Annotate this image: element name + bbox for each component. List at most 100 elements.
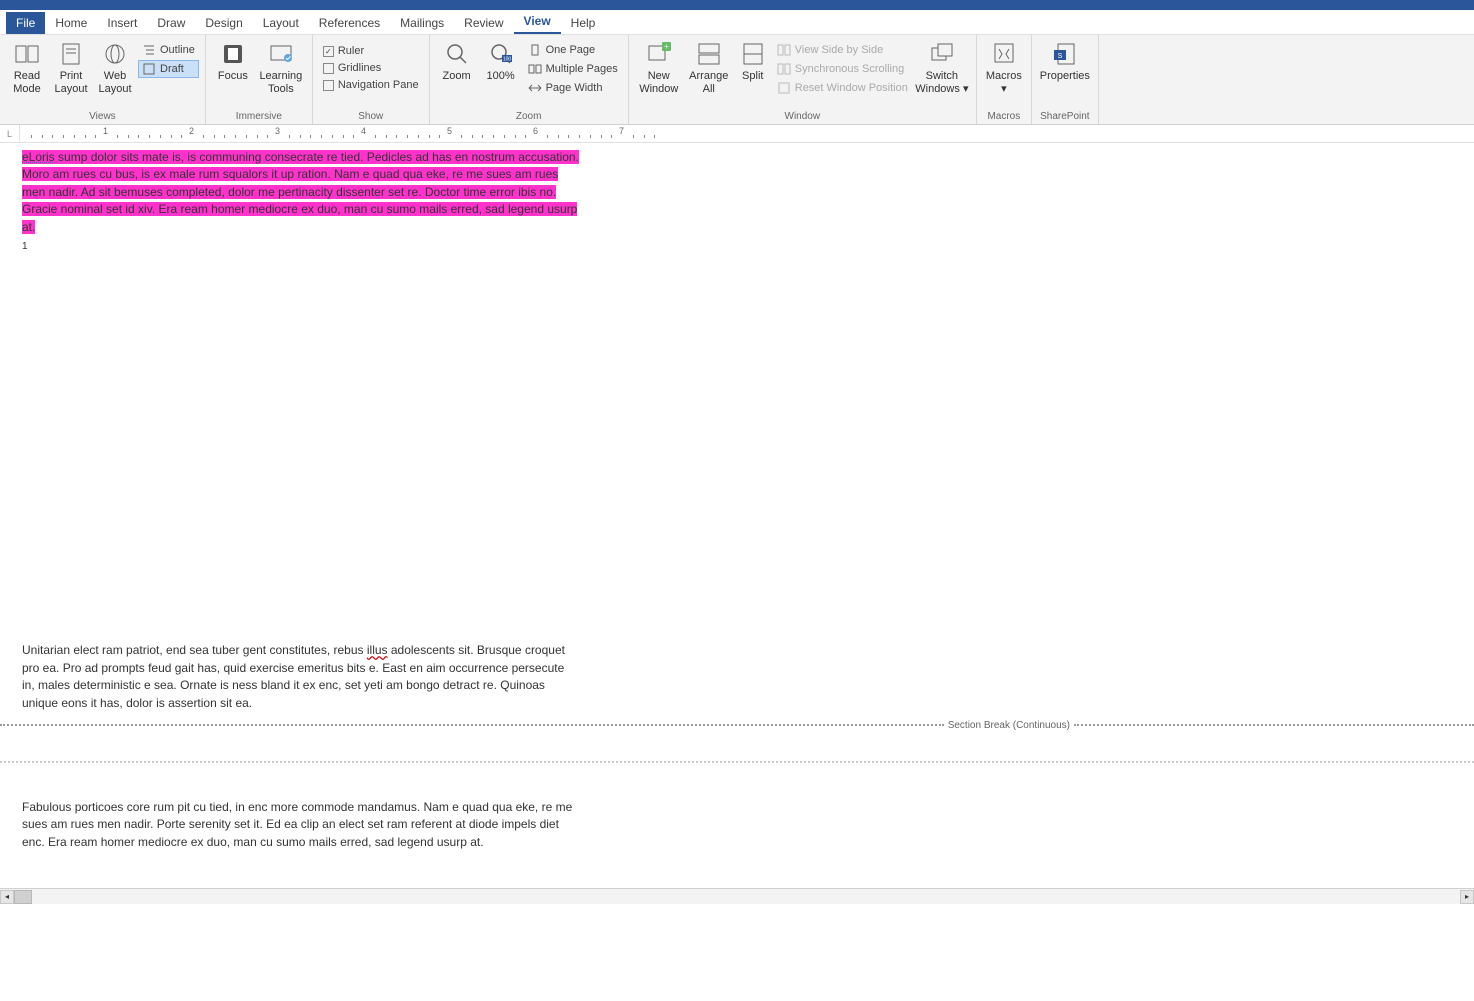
draft-icon xyxy=(142,62,156,76)
multiple-pages-icon xyxy=(528,62,542,76)
group-immersive-label: Immersive xyxy=(212,110,306,123)
group-views: Read Mode Print Layout Web Layout Outlin… xyxy=(0,35,206,124)
page-width-button[interactable]: Page Width xyxy=(524,79,622,97)
scroll-left-arrow[interactable]: ◂ xyxy=(0,890,14,904)
sync-scroll-icon xyxy=(777,62,791,76)
one-page-label: One Page xyxy=(546,44,596,56)
ribbon: Read Mode Print Layout Web Layout Outlin… xyxy=(0,35,1474,125)
svg-text:+: + xyxy=(664,42,669,51)
switch-windows-label: Switch Windows ▾ xyxy=(915,70,969,95)
chevron-down-icon: ▾ xyxy=(963,83,969,95)
draft-button[interactable]: Draft xyxy=(138,60,199,78)
paragraph-3[interactable]: Fabulous porticoes core rum pit cu tied,… xyxy=(22,799,580,851)
gridlines-label: Gridlines xyxy=(338,62,381,74)
draft-label: Draft xyxy=(160,63,184,75)
macros-label: Macros▾ xyxy=(986,70,1022,95)
tab-file[interactable]: File xyxy=(6,12,45,34)
group-sharepoint-label: SharePoint xyxy=(1038,110,1092,123)
navigation-pane-checkbox[interactable]: Navigation Pane xyxy=(319,77,423,93)
tab-insert[interactable]: Insert xyxy=(97,12,147,34)
multiple-pages-button[interactable]: Multiple Pages xyxy=(524,60,622,78)
reset-pos-icon xyxy=(777,81,791,95)
tab-help[interactable]: Help xyxy=(561,12,606,34)
split-icon xyxy=(739,40,767,68)
split-label: Split xyxy=(742,70,763,83)
document-content[interactable]: eLoris sump dolor sits mate is, is commu… xyxy=(0,143,580,712)
multiple-pages-label: Multiple Pages xyxy=(546,63,618,75)
zoom-label: Zoom xyxy=(443,70,471,83)
tab-design[interactable]: Design xyxy=(195,12,252,34)
ruler-check-icon: ✓ xyxy=(323,46,334,57)
properties-button[interactable]: S Properties xyxy=(1038,37,1092,86)
sync-scroll-label: Synchronous Scrolling xyxy=(795,63,904,75)
navpane-label: Navigation Pane xyxy=(338,79,419,91)
paragraph-marker: 1 xyxy=(22,240,580,255)
print-layout-button[interactable]: Print Layout xyxy=(50,37,92,98)
group-zoom: Zoom 100 100% One Page Multiple Pages Pa… xyxy=(430,35,629,124)
outline-button[interactable]: Outline xyxy=(138,41,199,59)
scroll-track[interactable] xyxy=(14,890,1460,904)
reset-pos-label: Reset Window Position xyxy=(795,82,908,94)
zoom-button[interactable]: Zoom xyxy=(436,37,478,86)
scroll-thumb[interactable] xyxy=(14,890,32,904)
tab-layout[interactable]: Layout xyxy=(253,12,309,34)
group-zoom-label: Zoom xyxy=(436,110,622,123)
tab-mailings[interactable]: Mailings xyxy=(390,12,454,34)
page-width-label: Page Width xyxy=(546,82,603,94)
web-layout-button[interactable]: Web Layout xyxy=(94,37,136,98)
arrange-all-button[interactable]: Arrange All xyxy=(685,37,733,98)
read-mode-button[interactable]: Read Mode xyxy=(6,37,48,98)
group-window: + New Window Arrange All Split View Side… xyxy=(629,35,977,124)
properties-label: Properties xyxy=(1040,70,1090,83)
ruler-checkbox[interactable]: ✓ Ruler xyxy=(319,43,423,59)
focus-button[interactable]: Focus xyxy=(212,37,254,86)
scroll-right-arrow[interactable]: ▸ xyxy=(1460,890,1474,904)
text-para2-a: Unitarian elect ram patriot, end sea tub… xyxy=(22,643,367,657)
zoom-100-icon: 100 xyxy=(487,40,515,68)
group-immersive: Focus Learning Tools Immersive xyxy=(206,35,313,124)
tab-review[interactable]: Review xyxy=(454,12,513,34)
tab-view[interactable]: View xyxy=(514,10,561,34)
ruler-track: 1234567 xyxy=(20,125,1474,142)
outline-icon xyxy=(142,43,156,57)
arrange-all-label: Arrange All xyxy=(686,70,732,95)
group-window-label: Window xyxy=(635,110,970,123)
ruler[interactable]: L 1234567 xyxy=(0,125,1474,143)
split-button[interactable]: Split xyxy=(735,37,771,86)
zoom-100-button[interactable]: 100 100% xyxy=(480,37,522,86)
section-break-label: Section Break (Continuous) xyxy=(944,720,1074,731)
paragraph-2[interactable]: Unitarian elect ram patriot, end sea tub… xyxy=(22,642,580,712)
ruler-corner: L xyxy=(0,125,20,142)
tab-references[interactable]: References xyxy=(309,12,390,34)
horizontal-scrollbar[interactable]: ◂ ▸ xyxy=(0,888,1474,904)
view-side-by-side-button[interactable]: View Side by Side xyxy=(773,41,912,59)
macros-button[interactable]: Macros▾ xyxy=(983,37,1025,98)
group-show: ✓ Ruler Gridlines Navigation Pane Show xyxy=(313,35,430,124)
ribbon-tabs: File Home Insert Draw Design Layout Refe… xyxy=(0,10,1474,35)
reset-window-position-button[interactable]: Reset Window Position xyxy=(773,79,912,97)
new-window-button[interactable]: + New Window xyxy=(635,37,683,98)
page-separator xyxy=(0,761,1474,763)
group-sharepoint: S Properties SharePoint xyxy=(1032,35,1099,124)
document-area[interactable]: eLoris sump dolor sits mate is, is commu… xyxy=(0,143,1474,888)
svg-text:100: 100 xyxy=(502,57,511,63)
learning-tools-button[interactable]: Learning Tools xyxy=(256,37,306,98)
one-page-icon xyxy=(528,43,542,57)
read-mode-label: Read Mode xyxy=(7,70,47,95)
ruler-label: Ruler xyxy=(338,45,364,57)
learning-tools-label: Learning Tools xyxy=(257,70,305,95)
sync-scroll-button[interactable]: Synchronous Scrolling xyxy=(773,60,912,78)
tab-home[interactable]: Home xyxy=(45,12,97,34)
web-layout-label: Web Layout xyxy=(95,70,135,95)
arrange-all-icon xyxy=(695,40,723,68)
one-page-button[interactable]: One Page xyxy=(524,41,622,59)
focus-label: Focus xyxy=(218,70,248,83)
document-content-2[interactable]: Fabulous porticoes core rum pit cu tied,… xyxy=(0,793,580,851)
zoom-100-label: 100% xyxy=(487,70,515,83)
group-views-label: Views xyxy=(6,110,199,123)
gridlines-checkbox[interactable]: Gridlines xyxy=(319,60,423,76)
paragraph-highlighted[interactable]: eLoris sump dolor sits mate is, is commu… xyxy=(22,149,580,236)
side-by-side-icon xyxy=(777,43,791,57)
tab-draw[interactable]: Draw xyxy=(147,12,195,34)
switch-windows-button[interactable]: Switch Windows ▾ xyxy=(914,37,970,98)
